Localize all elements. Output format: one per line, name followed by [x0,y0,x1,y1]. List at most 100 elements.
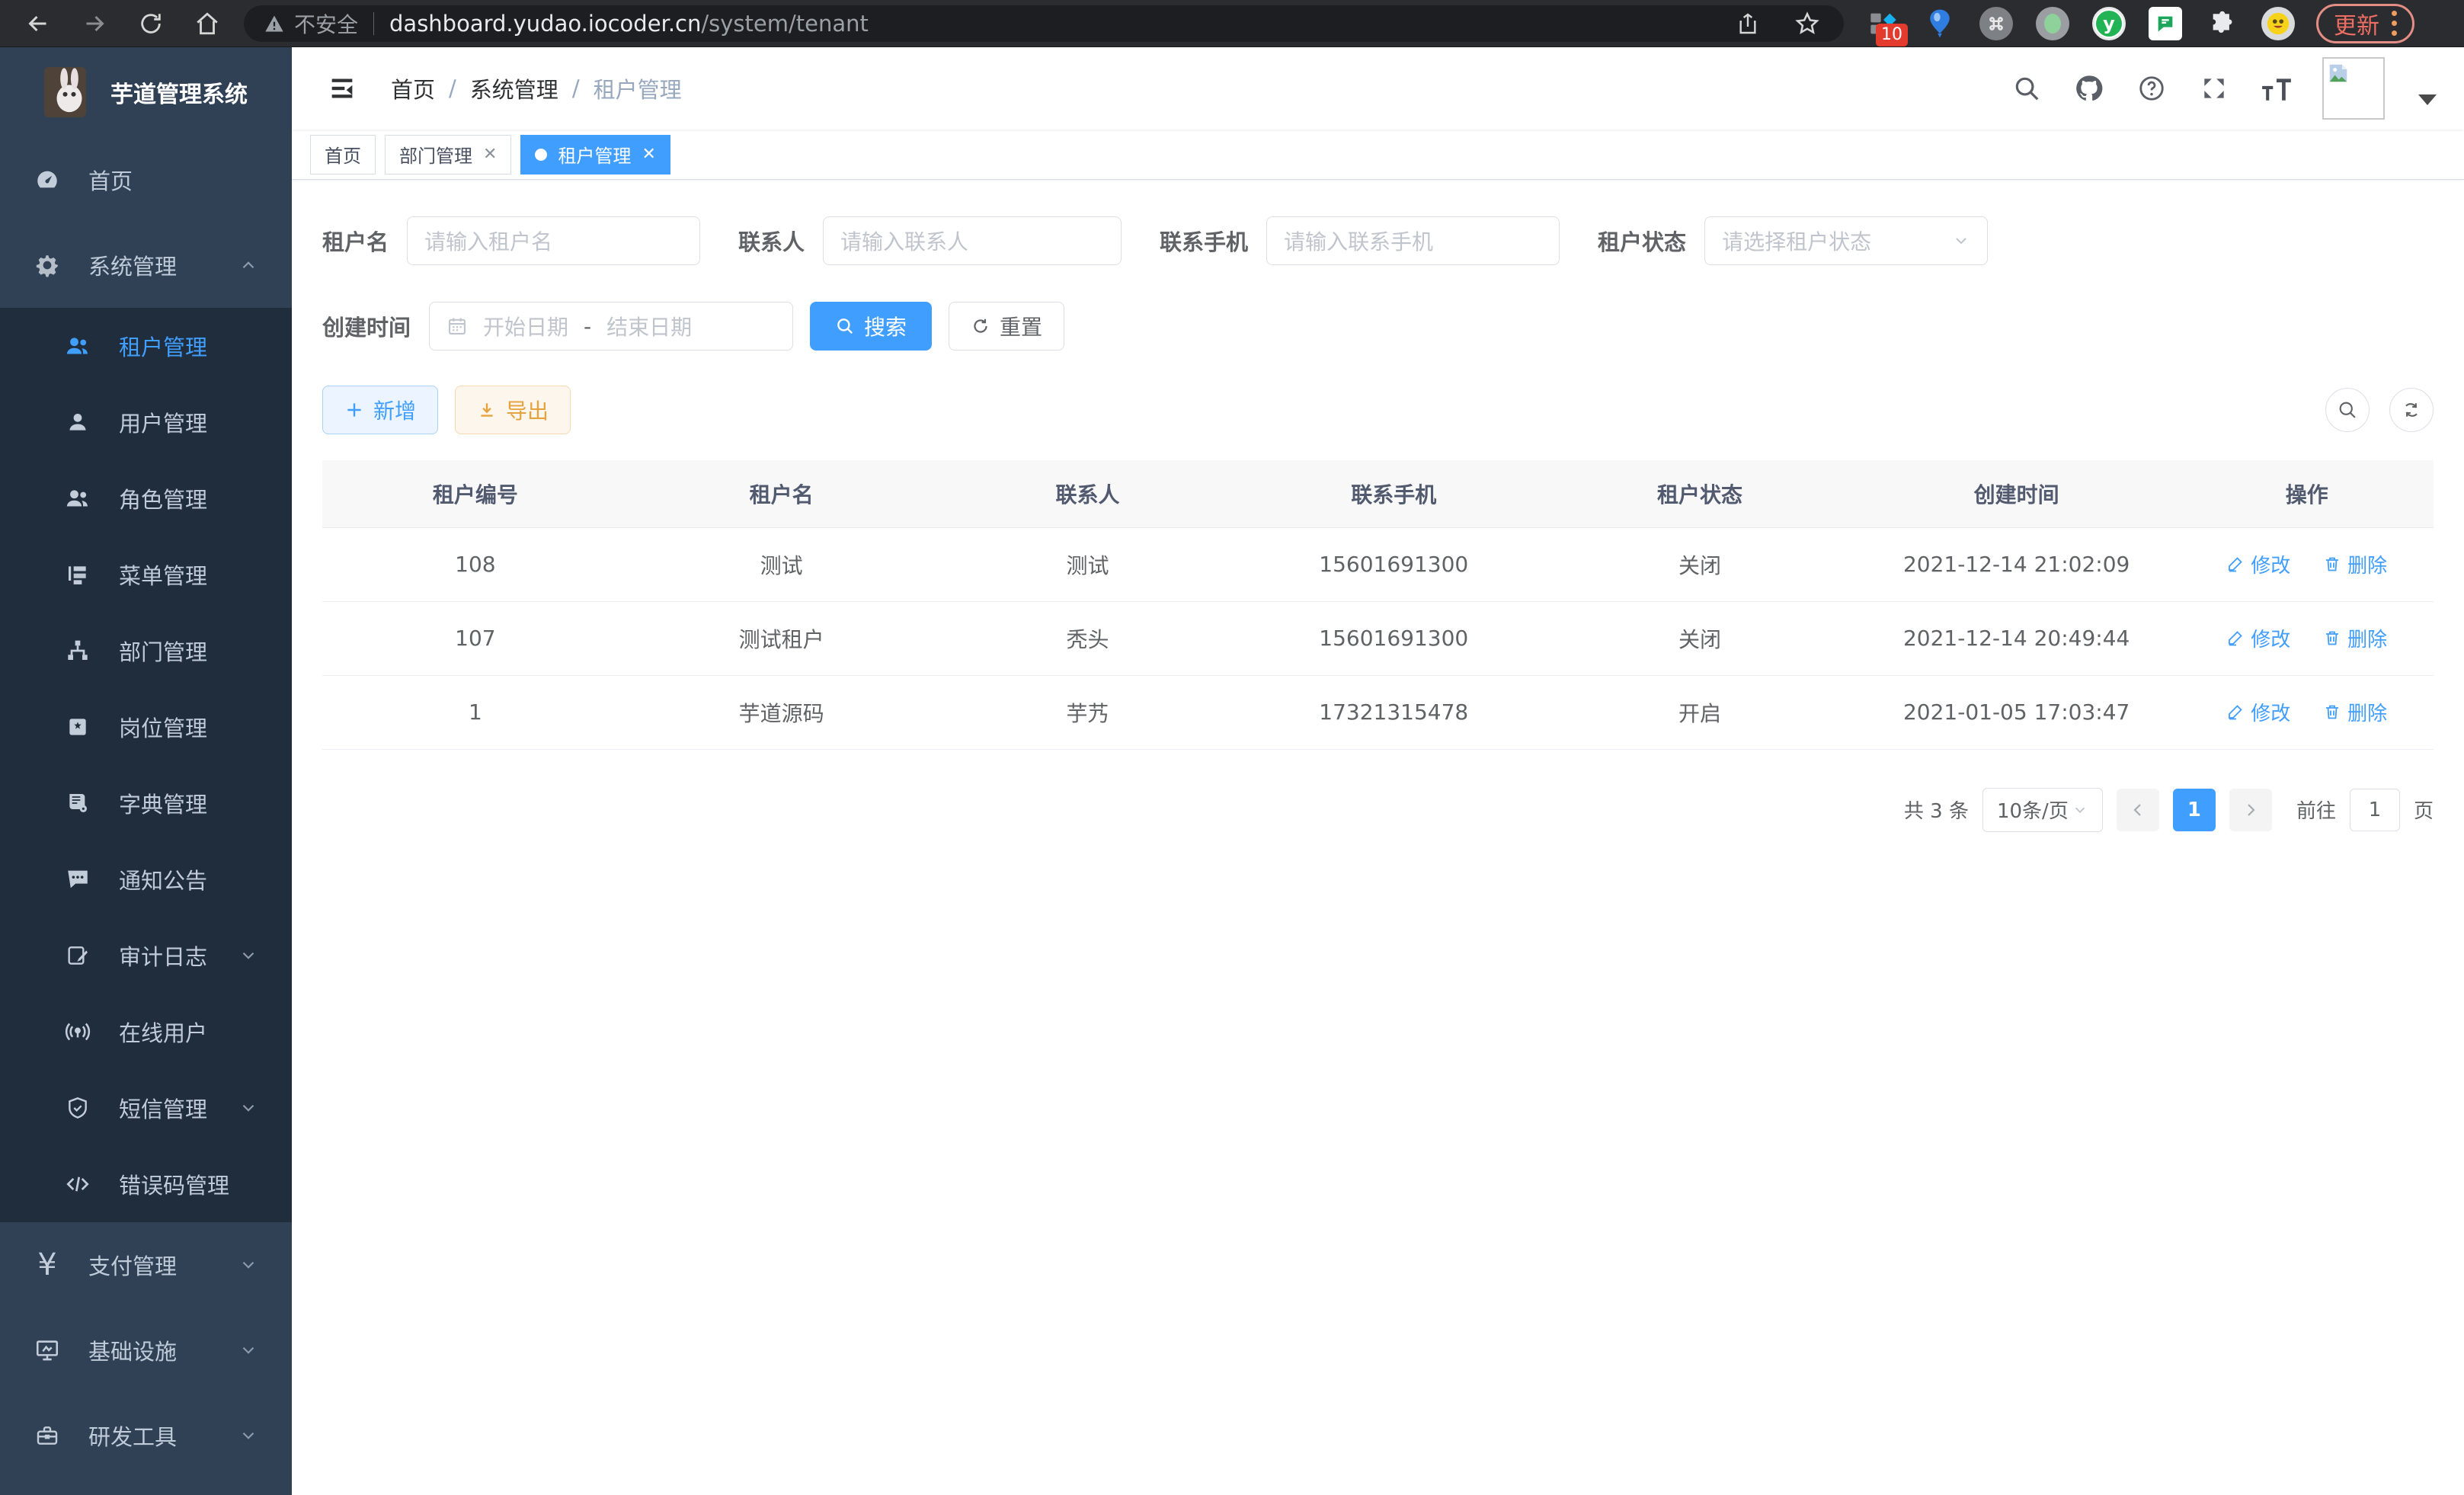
goto-page-input[interactable]: 1 [2350,789,2400,831]
search-button[interactable]: 搜索 [810,302,932,351]
sidebar-item-label: 角色管理 [119,482,207,514]
yudao-extension-icon[interactable]: y [2092,7,2126,40]
bookmark-star-icon[interactable] [1790,7,1824,40]
toggle-search-icon[interactable] [2325,388,2370,432]
col-actions: 操作 [2180,460,2434,527]
recorder-extension-icon[interactable] [2036,7,2069,40]
next-page-button[interactable] [2229,789,2272,831]
delete-button[interactable]: 删除 [2323,550,2387,578]
sidebar-item-label: 首页 [88,164,133,196]
tag-home[interactable]: 首页 [310,135,376,174]
page-size-select[interactable]: 10条/页 [1982,788,2103,832]
sidebar-item-error-code[interactable]: 错误码管理 [0,1146,292,1222]
share-icon[interactable] [1731,7,1765,40]
tag-dept[interactable]: 部门管理 ✕ [385,135,511,174]
contact-input[interactable]: 请输入联系人 [823,216,1122,265]
delete-button[interactable]: 删除 [2323,624,2387,652]
yen-icon: ¥ [34,1251,61,1279]
sidebar-item-dept[interactable]: 部门管理 [0,613,292,689]
sidebar-item-menu[interactable]: 菜单管理 [0,536,292,613]
sidebar-item-label: 字典管理 [119,787,207,819]
cell-created: 2021-01-05 17:03:47 [1853,675,2181,749]
edit-button[interactable]: 修改 [2226,550,2290,578]
close-icon[interactable]: ✕ [483,145,497,164]
font-size-icon[interactable] [2260,72,2293,105]
cell-created: 2021-12-14 20:49:44 [1853,601,2181,675]
refresh-table-icon[interactable] [2389,388,2434,432]
date-range-input[interactable]: 开始日期 - 结束日期 [429,302,793,351]
help-icon[interactable] [2135,72,2168,105]
users-icon [64,332,91,360]
command-extension-icon[interactable] [1979,7,2013,40]
sidebar-item-label: 支付管理 [88,1249,177,1281]
chat-extension-icon[interactable] [2149,7,2182,40]
reload-icon[interactable] [131,4,171,43]
sidebar-item-payment[interactable]: ¥ 支付管理 [0,1222,292,1308]
avatar-dropdown-icon[interactable] [2418,94,2437,105]
site-security[interactable]: 不安全 [264,8,358,39]
sidebar-item-devtools[interactable]: 研发工具 [0,1393,292,1478]
tenant-page: 租户名 请输入租户名 联系人 请输入联系人 联系手机 请输入联系手机 租户状态 … [292,180,2464,832]
col-tenant-id: 租户编号 [322,460,629,527]
cell-actions: 修改 删除 [2180,527,2434,601]
phone-input[interactable]: 请输入联系手机 [1266,216,1560,265]
pin-extension-icon[interactable] [1923,7,1957,40]
gear-icon [34,251,61,279]
page-1-button[interactable]: 1 [2173,789,2216,831]
url-path: /system/tenant [701,11,869,37]
breadcrumb-system[interactable]: 系统管理 [470,72,558,104]
profile-avatar-icon[interactable] [2261,7,2295,40]
sidebar-item-system[interactable]: 系统管理 [0,222,292,308]
sidebar-item-home[interactable]: 首页 [0,137,292,222]
browser-menu-icon[interactable] [2392,11,2397,36]
tab-manager-extension-icon[interactable]: 10 [1867,7,1900,40]
table-row: 108 测试 测试 15601691300 关闭 2021-12-14 21:0… [322,527,2434,601]
created-label: 创建时间 [322,310,411,342]
prev-page-button[interactable] [2117,789,2159,831]
add-button[interactable]: 新增 [322,386,438,434]
browser-update-button[interactable]: 更新 [2316,4,2414,43]
reset-button[interactable]: 重置 [949,302,1064,351]
edit-button[interactable]: 修改 [2226,698,2290,726]
extensions-row: 10 y [1867,7,2295,40]
chevron-right-icon [2242,801,2260,819]
sidebar-item-online-users[interactable]: 在线用户 [0,994,292,1070]
fullscreen-icon[interactable] [2197,72,2231,105]
sidebar-item-audit-log[interactable]: 审计日志 [0,917,292,994]
close-icon[interactable]: ✕ [642,145,655,164]
delete-button[interactable]: 删除 [2323,698,2387,726]
sidebar-item-post[interactable]: 岗位管理 [0,689,292,765]
forward-icon[interactable] [75,4,114,43]
breadcrumb-home[interactable]: 首页 [391,72,435,104]
address-bar[interactable]: 不安全 dashboard.yudao.iocoder.cn/system/te… [244,5,1844,42]
puzzle-extensions-icon[interactable] [2205,7,2238,40]
col-status: 租户状态 [1547,460,1853,527]
breadcrumb-current: 租户管理 [594,72,682,104]
tag-tenant[interactable]: 租户管理 ✕ [520,135,670,174]
log-pen-icon [64,942,91,969]
warning-icon [264,13,285,34]
github-icon[interactable] [2072,72,2106,105]
sidebar-item-sms[interactable]: 短信管理 [0,1070,292,1146]
sidebar-item-role[interactable]: 角色管理 [0,460,292,536]
tenant-name-input[interactable]: 请输入租户名 [407,216,700,265]
logo-row[interactable]: 芋道管理系统 [0,47,292,137]
status-select[interactable]: 请选择租户状态 [1704,216,1988,265]
sidebar-item-infra[interactable]: 基础设施 [0,1308,292,1393]
tenant-table: 租户编号 租户名 联系人 联系手机 租户状态 创建时间 操作 108 测试 测试… [322,460,2434,750]
home-icon[interactable] [187,4,227,43]
sidebar-item-notice[interactable]: 通知公告 [0,841,292,917]
edit-button[interactable]: 修改 [2226,624,2290,652]
sidebar-item-dict[interactable]: 字典管理 [0,765,292,841]
table-header-row: 租户编号 租户名 联系人 联系手机 租户状态 创建时间 操作 [322,460,2434,527]
header-search-icon[interactable] [2010,72,2043,105]
export-button[interactable]: 导出 [455,386,571,434]
cell-contact: 秃头 [935,601,1241,675]
sidebar-fold-icon[interactable] [319,66,365,111]
extension-badge: 10 [1876,24,1908,46]
sidebar-item-user[interactable]: 用户管理 [0,384,292,460]
back-icon[interactable] [18,4,58,43]
avatar[interactable] [2322,57,2385,120]
sidebar-item-tenant[interactable]: 租户管理 [0,308,292,384]
y-logo: y [2096,11,2122,37]
